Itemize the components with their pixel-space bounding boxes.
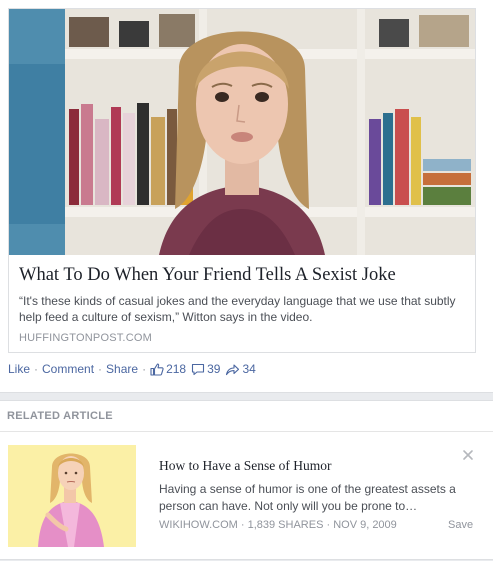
related-thumbnail-illustration bbox=[8, 445, 136, 547]
comments-count-value: 39 bbox=[207, 362, 221, 376]
close-icon[interactable] bbox=[461, 448, 475, 462]
related-article-header: RELATED ARTICLE bbox=[7, 410, 113, 422]
divider bbox=[0, 431, 493, 432]
comments-count[interactable]: 39 bbox=[191, 362, 220, 376]
share-icon bbox=[226, 363, 240, 375]
likes-count[interactable]: 218 bbox=[150, 362, 186, 376]
related-article-title[interactable]: How to Have a Sense of Humor bbox=[159, 458, 331, 474]
post-actions-bar: Like · Comment · Share · 218 39 34 bbox=[8, 362, 261, 376]
link-description: “It's these kinds of casual jokes and th… bbox=[19, 294, 456, 324]
shares-count[interactable]: 34 bbox=[225, 362, 256, 376]
link-preview[interactable]: What To Do When Your Friend Tells A Sexi… bbox=[8, 8, 476, 353]
related-article-thumbnail[interactable] bbox=[8, 445, 136, 547]
related-article-card: RELATED ARTICLE bbox=[0, 400, 493, 560]
comment-link[interactable]: Comment bbox=[42, 362, 94, 376]
comment-icon bbox=[192, 363, 205, 375]
link-title[interactable]: What To Do When Your Friend Tells A Sexi… bbox=[19, 263, 469, 287]
share-link[interactable]: Share bbox=[106, 362, 138, 376]
shares-count-value: 34 bbox=[242, 362, 256, 376]
related-article-description: Having a sense of humor is one of the gr… bbox=[159, 482, 456, 513]
article-hero-image[interactable] bbox=[9, 9, 475, 255]
thumbs-up-icon bbox=[150, 362, 164, 376]
article-hero-illustration bbox=[9, 9, 475, 255]
likes-count-value: 218 bbox=[166, 362, 187, 376]
like-link[interactable]: Like bbox=[8, 362, 30, 376]
post-card: What To Do When Your Friend Tells A Sexi… bbox=[0, 0, 493, 393]
link-domain: HUFFINGTONPOST.COM bbox=[19, 332, 152, 344]
related-article-meta: WIKIHOW.COM · 1,839 SHARES · NOV 9, 2009 bbox=[159, 519, 397, 531]
separator: · bbox=[142, 362, 147, 376]
separator: · bbox=[34, 362, 39, 376]
link-info: What To Do When Your Friend Tells A Sexi… bbox=[19, 263, 469, 344]
save-button[interactable]: Save bbox=[448, 519, 473, 531]
separator: · bbox=[98, 362, 103, 376]
